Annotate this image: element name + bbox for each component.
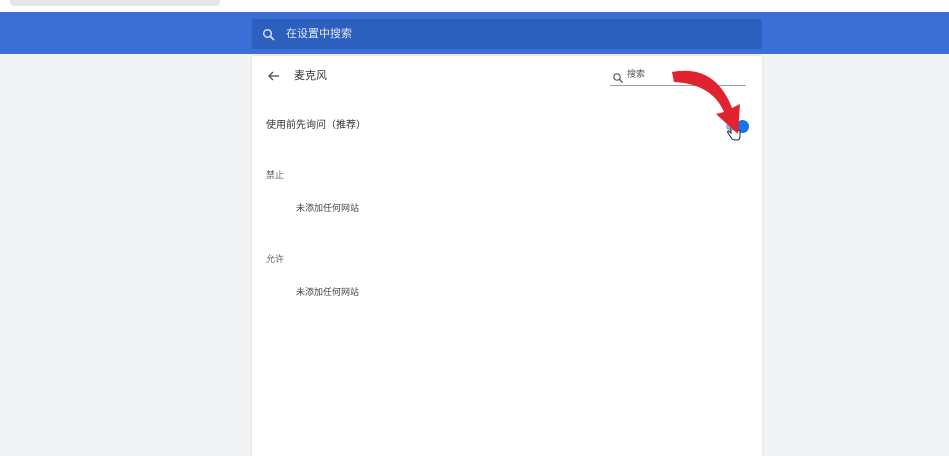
allowed-section-label: 允许: [266, 255, 285, 265]
settings-search-input[interactable]: 在设置中搜索: [252, 19, 762, 49]
search-icon: [612, 69, 624, 83]
ask-before-access-label: 使用前先询问（推荐）: [266, 120, 366, 131]
search-icon: [262, 27, 276, 41]
page-search-label: 搜索: [627, 70, 646, 80]
blurred-address-bar: [10, 0, 220, 6]
red-annotation-arrow: [660, 62, 756, 142]
page-title: 麦克风: [294, 69, 327, 82]
settings-search-placeholder: 在设置中搜索: [286, 27, 352, 40]
blocked-empty-text: 未添加任何网站: [296, 204, 360, 214]
allowed-empty-text: 未添加任何网站: [296, 288, 360, 298]
back-arrow-icon[interactable]: [266, 68, 282, 84]
browser-top-strip: [0, 0, 949, 12]
blocked-section-label: 禁止: [266, 171, 285, 181]
